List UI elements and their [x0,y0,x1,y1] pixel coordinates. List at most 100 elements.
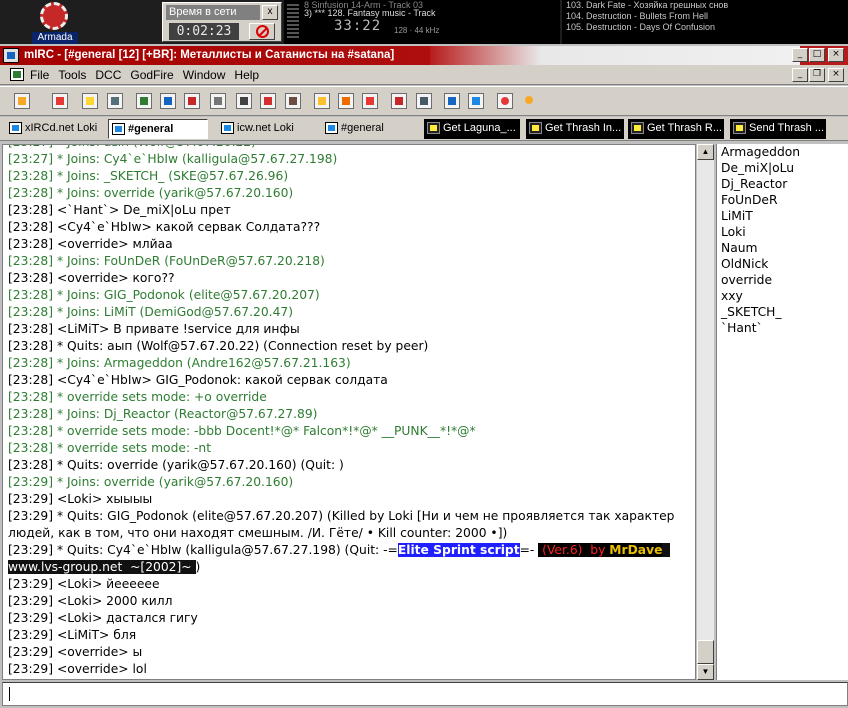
nick-item[interactable]: Naum [721,240,848,256]
nick-item[interactable]: override [721,272,848,288]
urls-icon[interactable] [160,93,176,109]
online-timer-close-button[interactable]: x [262,5,278,20]
disconnect-button[interactable] [249,23,275,40]
channel-icon [325,122,338,134]
dcc-get-icon [529,122,542,134]
help-icon[interactable] [468,93,484,109]
tab-label: Send Thrash ... [749,122,825,134]
chat-main-lines: [23:27] * Joins: аып (Wolf@57.67.20.22)[… [8,145,694,542]
maximize-button[interactable]: □ [809,48,825,62]
menu-file[interactable]: File [30,68,49,82]
cascade-icon[interactable] [444,93,460,109]
chat-line: [23:28] * Quits: аып (Wolf@57.67.20.22) … [8,339,429,353]
tab-server-icw[interactable]: icw.net Loki [218,119,316,139]
online-timer-title: Время в сети [166,5,260,20]
menu-tools[interactable]: Tools [58,68,86,82]
chat-line: [23:28] <Cy4`e`HbIw> GIG_Podonok: какой … [8,373,388,387]
chat-line: [23:28] * Joins: _SKETCH_ (SKE@57.67.26.… [8,169,289,183]
info-icon[interactable] [314,93,330,109]
message-input[interactable] [2,682,848,706]
tab-label: xIRCd.net Loki [25,122,98,134]
dcc-send-icon[interactable] [338,93,354,109]
connect-icon[interactable] [14,93,30,109]
chat-line-quit-script: [23:29] * Quits: Cy4`e`HbIw (kalligula@5… [8,542,694,576]
finger-icon[interactable] [210,93,226,109]
channel-icon [112,123,125,135]
chat-line: [23:28] * Joins: Armageddon (Andre162@57… [8,356,351,370]
tab-dcc-thrash-in[interactable]: Get Thrash In... [526,119,624,139]
nick-item[interactable]: _SKETCH_ [721,304,848,320]
dcc-get-icon [631,122,644,134]
menu-help[interactable]: Help [234,68,259,82]
channel-window-icon[interactable] [10,68,24,81]
desktop-shortcut[interactable]: Armada [28,0,80,44]
nick-item[interactable]: `Hant` [721,320,848,336]
dcc-options-icon[interactable] [391,93,407,109]
dcc-get-icon [427,122,440,134]
child-restore-button[interactable]: ❐ [809,68,825,82]
tab-dcc-send-thrash[interactable]: Send Thrash ... [730,119,826,139]
menu-bar: File Tools DCC GodFire Window Help _ ❐ × [0,65,848,85]
tab-label: #general [341,122,384,134]
options-icon[interactable] [52,93,68,109]
chat-tail-lines: [23:29] <Loki> йееееее [23:29] <Loki> 200… [8,576,694,678]
window-title: mIRC - [#general [12] [+BR]: Металлисты … [24,49,395,61]
nick-item[interactable]: LiMiT [721,208,848,224]
nick-item[interactable]: OldNick [721,256,848,272]
scroll-up-button[interactable]: ▲ [697,144,714,160]
menu-godfire[interactable]: GodFire [130,68,173,82]
tab-label: Get Thrash In... [545,122,622,134]
tile-icon[interactable] [416,93,432,109]
notify-icon[interactable] [184,93,200,109]
menu-window[interactable]: Window [183,68,226,82]
nick-item[interactable]: Armageddon [721,144,848,160]
player-volume-bars[interactable] [287,4,299,40]
about-icon[interactable] [285,93,301,109]
server-icon [221,122,234,134]
nick-item[interactable]: FoUnDeR [721,192,848,208]
text-caret [9,687,10,701]
child-close-button[interactable]: × [828,68,844,82]
chat-line: [23:29] <Loki> йееееее [8,577,160,591]
playlist-item[interactable]: 103. Dark Fate - Хозяйка грешных снов [566,0,848,11]
close-button[interactable]: × [828,48,844,62]
chat-line: [23:29] <Loki> 2000 килл [8,594,173,608]
tab-channel-general[interactable]: #general [322,119,422,139]
channels-icon[interactable] [82,93,98,109]
colors-icon[interactable] [260,93,276,109]
timer-icon[interactable] [236,93,252,109]
playlist-item[interactable]: 105. Destruction - Days Of Confusion [566,22,848,33]
menu-items: File Tools DCC GodFire Window Help [30,68,268,82]
scroll-down-button[interactable]: ▼ [697,664,714,680]
scripts-icon[interactable] [136,93,152,109]
address-book-icon[interactable] [107,93,123,109]
lifebuoy-icon[interactable] [497,93,513,109]
chat-line: [23:28] * Joins: Dj_Reactor (Reactor@57.… [8,407,318,421]
chat-scrollbar[interactable]: ▲ ▼ [697,144,714,680]
nick-item[interactable]: Dj_Reactor [721,176,848,192]
scroll-thumb[interactable] [697,640,714,664]
playlist-item[interactable]: 104. Destruction - Bullets From Hell [566,11,848,22]
tab-dcc-thrash-r[interactable]: Get Thrash R... [628,119,724,139]
tab-dcc-laguna[interactable]: Get Laguna_... [424,119,520,139]
menu-dcc[interactable]: DCC [95,68,121,82]
tab-label: #general [128,123,174,135]
chat-line: [23:28] <`Hant`> De_miX|oLu прет [8,203,231,217]
script-version: (Ver.6) [538,543,587,557]
chat-line: [23:28] <Cy4`e`HbIw> какой сервак Солдат… [8,220,321,234]
tab-channel-general-active[interactable]: #general [108,119,208,139]
window-titlebar[interactable]: mIRC - [#general [12] [+BR]: Металлисты … [0,46,848,65]
chat-log[interactable]: [23:27] * Joins: аып (Wolf@57.67.20.22)[… [2,144,696,680]
chat-line: [23:28] * Joins: GIG_Podonok (elite@57.6… [8,288,320,302]
nick-item[interactable]: xxy [721,288,848,304]
chat-line: [23:29] <Loki> дастался гигу [8,611,198,625]
marker-icon[interactable] [522,93,538,109]
dcc-chat-icon[interactable] [362,93,378,109]
nick-item[interactable]: De_miX|oLu [721,160,848,176]
child-minimize-button[interactable]: _ [792,68,808,82]
minimize-button[interactable]: _ [792,48,808,62]
nick-item[interactable]: Loki [721,224,848,240]
mirc-app-icon[interactable] [3,48,19,63]
screen: Armada Время в сети x 0:02:23 8 Sinfusio… [0,0,848,708]
tab-server-xircd[interactable]: xIRCd.net Loki [6,119,104,139]
